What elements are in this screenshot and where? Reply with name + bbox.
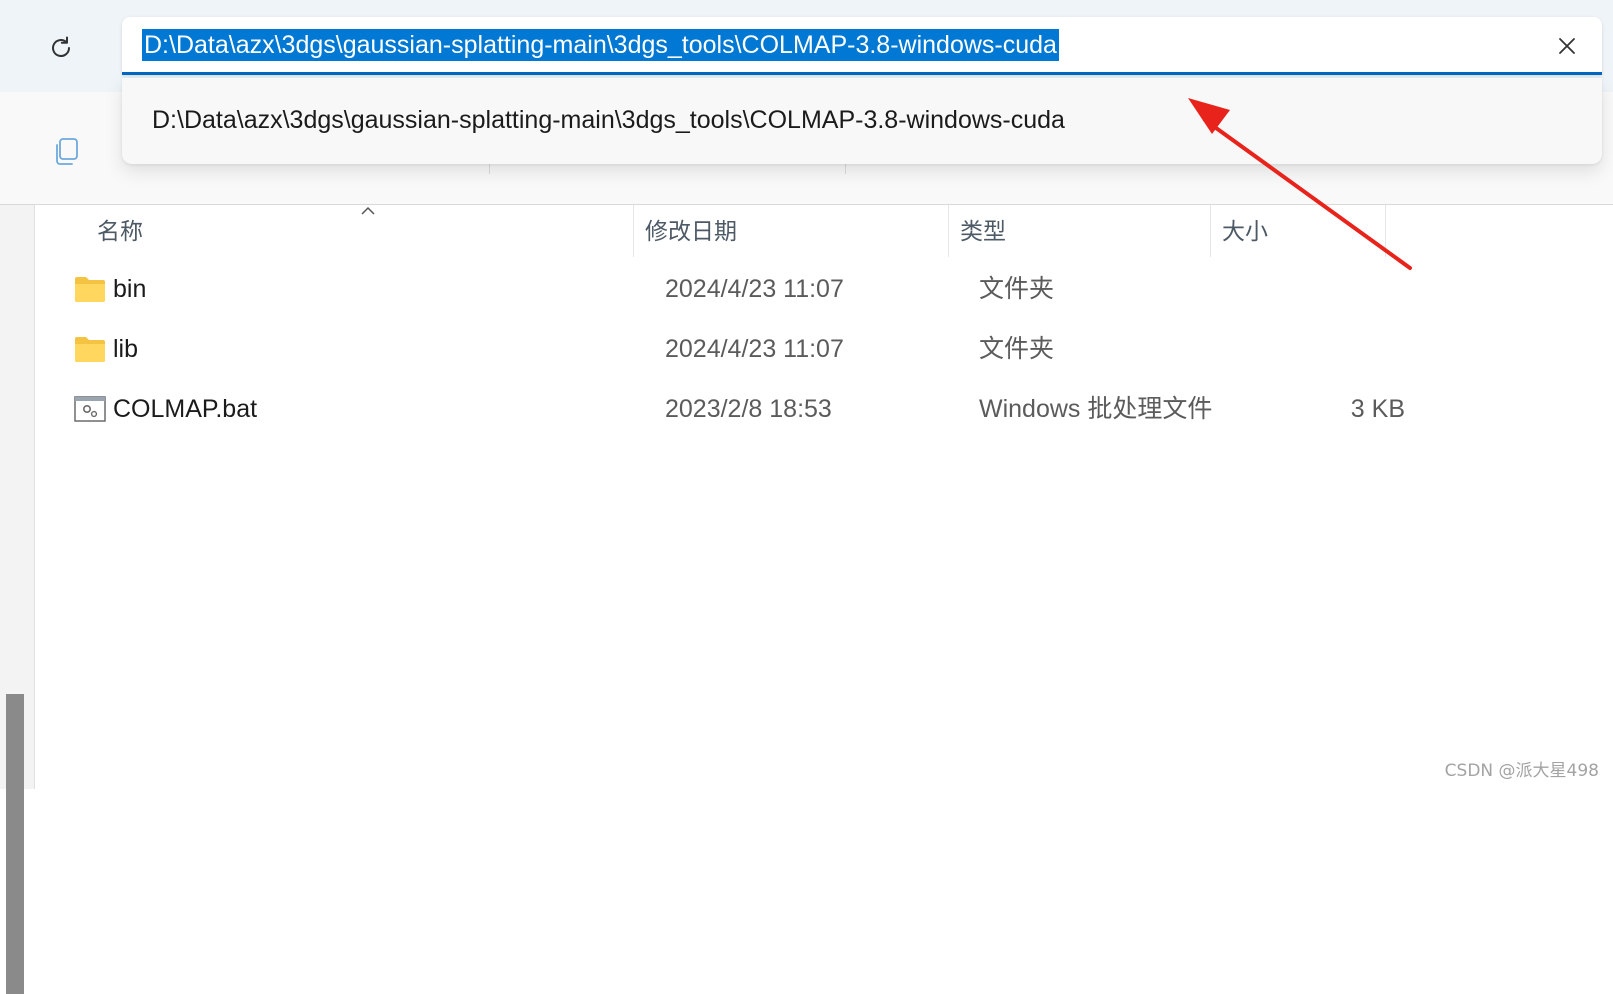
suggestion-item[interactable]: D:\Data\azx\3dgs\gaussian-splatting-main…	[122, 78, 1602, 164]
file-name: COLMAP.bat	[113, 395, 258, 423]
file-type: 文件夹	[979, 275, 1055, 303]
folder-icon	[75, 337, 105, 362]
refresh-button[interactable]	[38, 28, 84, 68]
column-separator[interactable]	[948, 205, 949, 257]
file-row[interactable]: bin 2024/4/23 11:07 文件夹	[35, 259, 1613, 319]
watermark: CSDN @派大星498	[1444, 761, 1599, 781]
address-input[interactable]: D:\Data\azx\3dgs\gaussian-splatting-main…	[142, 29, 1059, 61]
sort-ascending-icon	[361, 206, 375, 215]
file-row[interactable]: lib 2024/4/23 11:07 文件夹	[35, 319, 1613, 379]
navigation-pane	[0, 205, 35, 994]
file-date: 2024/4/23 11:07	[665, 275, 844, 303]
folder-icon	[75, 277, 105, 302]
file-size: 3 KB	[1350, 395, 1405, 423]
column-header-type[interactable]: 类型	[960, 205, 1006, 257]
file-row[interactable]: COLMAP.bat 2023/2/8 18:53 Windows 批处理文件 …	[35, 379, 1613, 439]
file-date: 2023/2/8 18:53	[665, 395, 832, 423]
clear-address-button[interactable]	[1550, 29, 1584, 63]
file-list: 名称 修改日期 类型 大小 bin 2024/4/23 11:07 文件夹 li…	[35, 205, 1613, 789]
address-focus-underline	[122, 72, 1602, 75]
column-header-name[interactable]: 名称	[97, 205, 143, 257]
file-name: lib	[113, 335, 139, 363]
file-name: bin	[113, 275, 147, 303]
file-size	[1195, 259, 1405, 319]
copy-icon	[56, 138, 78, 165]
file-type: 文件夹	[979, 335, 1055, 363]
column-separator[interactable]	[633, 205, 634, 257]
copy-button[interactable]	[46, 132, 86, 172]
address-bar[interactable]: D:\Data\azx\3dgs\gaussian-splatting-main…	[122, 17, 1602, 75]
column-header-date[interactable]: 修改日期	[645, 205, 737, 257]
column-header-size[interactable]: 大小	[1222, 205, 1268, 257]
navigation-scrollbar[interactable]	[6, 694, 24, 994]
suggestion-text: D:\Data\azx\3dgs\gaussian-splatting-main…	[152, 106, 1065, 134]
column-separator[interactable]	[1385, 205, 1386, 257]
batch-file-icon	[74, 396, 106, 422]
column-separator[interactable]	[1210, 205, 1211, 257]
refresh-icon	[52, 36, 70, 57]
file-date: 2024/4/23 11:07	[665, 335, 844, 363]
file-type: Windows 批处理文件	[979, 395, 1213, 423]
close-icon	[1559, 38, 1575, 54]
file-size	[1195, 319, 1405, 379]
address-suggestion-dropdown: D:\Data\azx\3dgs\gaussian-splatting-main…	[122, 78, 1602, 164]
